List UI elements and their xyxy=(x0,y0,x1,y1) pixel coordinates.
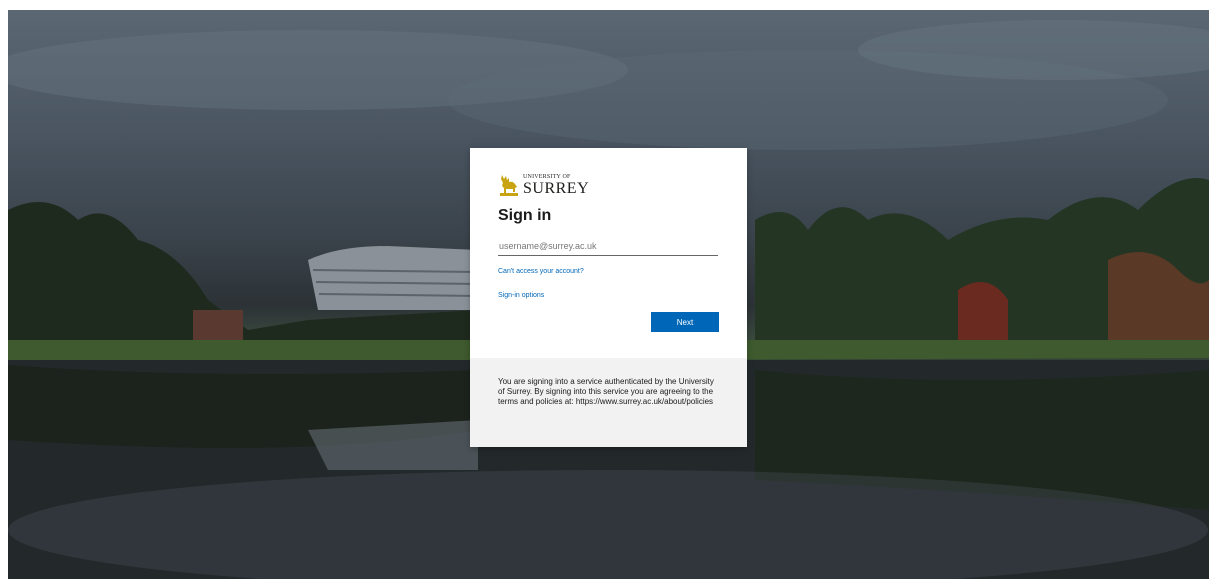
signin-card: UNIVERSITY OF SURREY Sign in Can't acces… xyxy=(470,148,747,447)
cant-access-account-link[interactable]: Can't access your account? xyxy=(498,268,584,275)
next-button[interactable]: Next xyxy=(651,312,719,332)
signin-options-link[interactable]: Sign-in options xyxy=(498,292,544,299)
stag-icon xyxy=(500,175,518,196)
page-title: Sign in xyxy=(498,207,552,224)
logo-title: SURREY xyxy=(523,180,590,197)
university-logo: UNIVERSITY OF SURREY xyxy=(498,171,589,197)
logo-wordmark: UNIVERSITY OF SURREY xyxy=(523,174,589,197)
email-input[interactable] xyxy=(498,236,718,256)
terms-notice: You are signing into a service authentic… xyxy=(498,377,714,406)
